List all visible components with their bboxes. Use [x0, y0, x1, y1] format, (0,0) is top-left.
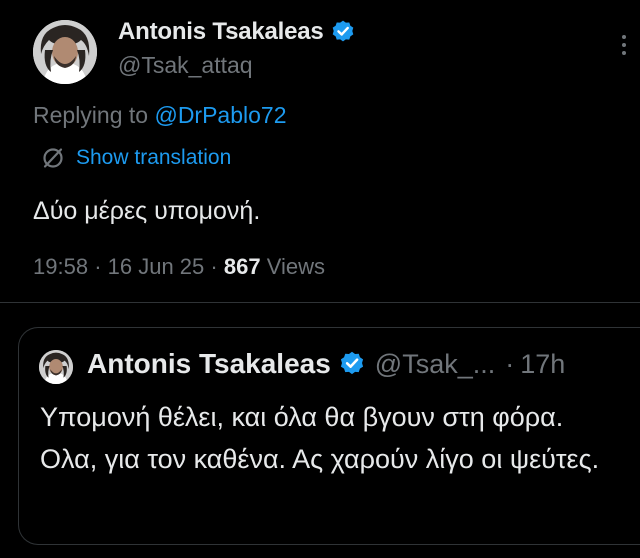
replying-to-mention-link[interactable]: @DrPablo72	[154, 102, 286, 128]
author-display-name[interactable]: Antonis Tsakaleas	[118, 18, 324, 46]
quoted-author-handle: @Tsak_...	[374, 348, 496, 379]
author-handle[interactable]: @Tsak_attaq	[118, 52, 253, 79]
quoted-separator: ·	[505, 348, 515, 379]
show-translation-button[interactable]: Show translation	[40, 145, 231, 171]
tweet-date[interactable]: 16 Jun 25	[108, 254, 205, 279]
translate-icon	[40, 145, 66, 171]
replying-to-line: Replying to @DrPablo72	[33, 102, 287, 129]
avatar-image	[33, 20, 97, 84]
author-avatar[interactable]	[33, 20, 97, 84]
meta-separator: ·	[210, 254, 224, 279]
author-name-row: Antonis Tsakaleas	[118, 18, 356, 46]
tweet-time[interactable]: 19:58	[33, 254, 88, 279]
quoted-tweet-time: 17h	[520, 348, 566, 379]
tweet-meta: 19:58 · 16 Jun 25 · 867 Views	[33, 254, 325, 280]
more-options-icon[interactable]	[614, 30, 634, 60]
verified-badge-icon	[338, 350, 366, 378]
quoted-author-display-name: Antonis Tsakaleas	[87, 348, 331, 379]
views-count: 867	[223, 254, 261, 279]
quoted-tweet-text: Υπομονή θέλει, και όλα θα βγουν στη φόρα…	[40, 402, 600, 474]
quoted-author-avatar	[39, 350, 73, 384]
quoted-tweet-card[interactable]: Antonis Tsakaleas @Tsak_... · 17h Υπομον…	[18, 327, 640, 545]
show-translation-label: Show translation	[76, 146, 232, 169]
quoted-avatar-image	[39, 350, 73, 384]
quoted-tweet-header: Antonis Tsakaleas @Tsak_... · 17h	[87, 348, 565, 380]
meta-separator: ·	[94, 254, 108, 279]
views-label: Views	[266, 254, 325, 279]
tweet-text: Δύο μέρες υπομονή.	[33, 197, 261, 225]
replying-to-prefix: Replying to	[33, 102, 155, 128]
verified-badge-icon	[330, 19, 356, 45]
divider	[0, 302, 640, 303]
